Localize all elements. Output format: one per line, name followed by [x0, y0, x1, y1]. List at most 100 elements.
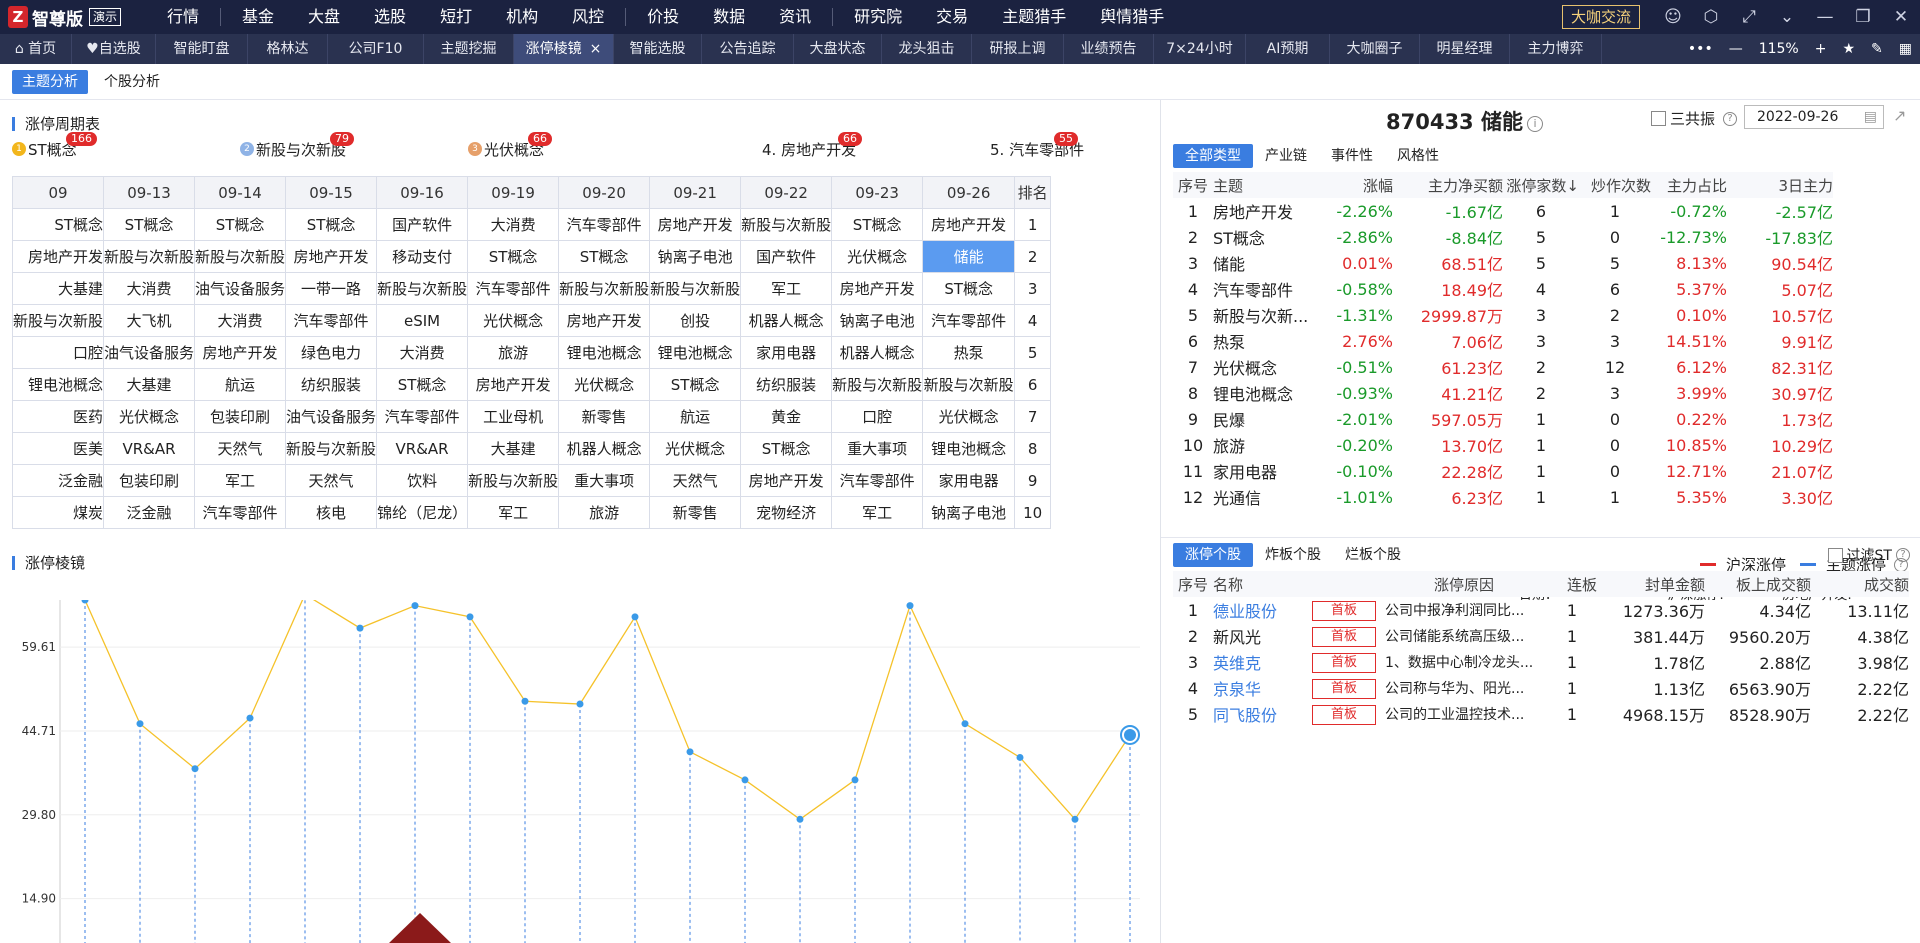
- top-theme-5[interactable]: 5. 汽车零部件 55: [924, 132, 1152, 162]
- tab-6[interactable]: 涨停棱镜 ×: [514, 34, 614, 64]
- stock-name-link[interactable]: 京泉华: [1213, 675, 1307, 701]
- menu-item-5[interactable]: 机构: [489, 0, 555, 34]
- cycle-cell[interactable]: 泛金融: [103, 496, 196, 529]
- cycle-cell[interactable]: 大基建: [11, 272, 105, 305]
- table-row[interactable]: 10 旅游 -0.20% 13.70亿 1 0 10.85% 10.29亿: [1173, 432, 1833, 458]
- theme-header-6[interactable]: 主力占比: [1651, 172, 1727, 198]
- type-tab-1[interactable]: 产业链: [1253, 144, 1319, 168]
- theme-header-3[interactable]: 主力净买额: [1393, 172, 1503, 198]
- cycle-cell[interactable]: 新股与次新股: [467, 464, 560, 497]
- table-row[interactable]: 1 房地产开发 -2.26% -1.67亿 6 1 -0.72% -2.57亿: [1173, 198, 1833, 224]
- cycle-cell[interactable]: 房地产开发: [194, 336, 287, 369]
- cycle-cell[interactable]: 宠物经济: [740, 496, 833, 529]
- tab-9[interactable]: 大盘状态: [794, 34, 882, 64]
- menu-item-9[interactable]: 资讯: [762, 0, 828, 34]
- stock-tab-0[interactable]: 涨停个股: [1173, 543, 1253, 567]
- data-point[interactable]: [631, 613, 639, 621]
- stock-name-link[interactable]: 新风光: [1213, 623, 1307, 649]
- tab-8[interactable]: 公告追踪: [702, 34, 794, 64]
- type-tab-0[interactable]: 全部类型: [1173, 144, 1253, 168]
- cycle-cell[interactable]: 房地产开发: [922, 208, 1016, 241]
- cycle-cell[interactable]: 新股与次新股: [740, 208, 833, 241]
- cycle-cell[interactable]: eSIM: [376, 304, 469, 337]
- restore-icon[interactable]: ❐: [1844, 7, 1882, 27]
- cycle-cell[interactable]: 大基建: [467, 432, 560, 465]
- app-logo[interactable]: Z 智尊版 演示: [0, 0, 150, 34]
- tab-4[interactable]: 公司F10: [328, 34, 424, 64]
- stock-header-5[interactable]: 封单金额: [1597, 571, 1705, 597]
- type-tab-2[interactable]: 事件性: [1319, 144, 1385, 168]
- cycle-cell[interactable]: 饮料: [376, 464, 469, 497]
- triple-resonance[interactable]: 三共振?: [1651, 108, 1738, 129]
- cycle-cell[interactable]: ST概念: [831, 208, 924, 241]
- cycle-cell[interactable]: VR&AR: [103, 432, 196, 465]
- tab-15[interactable]: 大咖圈子: [1330, 34, 1420, 64]
- cycle-cell[interactable]: 纺织服装: [740, 368, 833, 401]
- menu-item-7[interactable]: 价投: [630, 0, 696, 34]
- cycle-cell[interactable]: 光伏概念: [467, 304, 560, 337]
- cycle-cell[interactable]: 天然气: [649, 464, 742, 497]
- cycle-cell[interactable]: ST概念: [103, 208, 196, 241]
- cycle-cell[interactable]: 泛金融: [11, 464, 105, 497]
- theme-header-0[interactable]: 序号: [1173, 172, 1213, 198]
- data-point[interactable]: [136, 720, 144, 728]
- close-icon[interactable]: ✕: [1882, 7, 1920, 27]
- cycle-cell[interactable]: 纺织服装: [285, 368, 378, 401]
- cycle-cell[interactable]: 锂电池概念: [649, 336, 742, 369]
- tab-12[interactable]: 业绩预告: [1064, 34, 1154, 64]
- tab-7[interactable]: 智能选股: [614, 34, 702, 64]
- tab-5[interactable]: 主题挖掘: [424, 34, 514, 64]
- daka-button[interactable]: 大咖交流: [1561, 5, 1640, 29]
- data-point[interactable]: [191, 765, 199, 773]
- cycle-cell[interactable]: 机器人概念: [558, 432, 651, 465]
- cycle-cell[interactable]: 新零售: [558, 400, 651, 433]
- data-point[interactable]: [851, 776, 859, 784]
- tab-10[interactable]: 龙头狙击: [882, 34, 972, 64]
- data-point[interactable]: [961, 720, 969, 728]
- cycle-cell[interactable]: ST概念: [194, 208, 287, 241]
- tab-11[interactable]: 研报上调: [972, 34, 1064, 64]
- cycle-cell[interactable]: ST概念: [376, 368, 469, 401]
- chevron-down-icon[interactable]: ⌄: [1768, 7, 1806, 27]
- cycle-cell[interactable]: 光伏概念: [922, 400, 1016, 433]
- menu-item-2[interactable]: 大盘: [291, 0, 357, 34]
- cycle-cell[interactable]: 机器人概念: [831, 336, 924, 369]
- data-point[interactable]: [521, 697, 529, 705]
- cycle-cell[interactable]: 汽车零部件: [467, 272, 560, 305]
- user-icon[interactable]: ☺: [1654, 7, 1692, 27]
- cycle-cell[interactable]: 汽车零部件: [558, 208, 651, 241]
- cycle-cell[interactable]: 煤炭: [11, 496, 105, 529]
- cycle-cell[interactable]: 移动支付: [376, 240, 469, 273]
- cycle-cell[interactable]: 油气设备服务: [194, 272, 287, 305]
- cycle-cell[interactable]: ST概念: [467, 240, 560, 273]
- data-point[interactable]: [1124, 728, 1136, 741]
- cycle-cell[interactable]: 房地产开发: [649, 208, 742, 241]
- cycle-cell[interactable]: 新股与次新股: [558, 272, 651, 305]
- menu-item-1[interactable]: 基金: [225, 0, 291, 34]
- grid-icon[interactable]: ▦: [1891, 41, 1920, 57]
- close-tab-icon[interactable]: ×: [590, 41, 602, 57]
- cycle-cell[interactable]: 新股与次新股: [831, 368, 924, 401]
- theme-header-2[interactable]: 涨幅: [1323, 172, 1393, 198]
- data-point[interactable]: [796, 815, 804, 823]
- cycle-cell[interactable]: 钠离子电池: [831, 304, 924, 337]
- cycle-cell[interactable]: 军工: [831, 496, 924, 529]
- cycle-cell[interactable]: 油气设备服务: [103, 336, 196, 369]
- stock-tab-2[interactable]: 烂板个股: [1333, 543, 1413, 567]
- pen-icon[interactable]: ✎: [1863, 41, 1891, 57]
- top-theme-2[interactable]: 2 新股与次新股 79: [240, 132, 468, 162]
- cycle-cell[interactable]: 新股与次新股: [376, 272, 469, 305]
- filter-st[interactable]: 过滤ST?: [1827, 545, 1910, 565]
- cycle-cell[interactable]: 天然气: [194, 432, 287, 465]
- tab-theme-analysis[interactable]: 主题分析: [12, 69, 88, 94]
- tab-1[interactable]: ♥自选股: [72, 34, 156, 64]
- cycle-cell[interactable]: 包装印刷: [194, 400, 287, 433]
- tab-14[interactable]: AI预期: [1246, 34, 1330, 64]
- cycle-cell[interactable]: 医药: [11, 400, 105, 433]
- cycle-cell[interactable]: 航运: [649, 400, 742, 433]
- stock-header-1[interactable]: 名称: [1213, 571, 1307, 597]
- zoom-out-icon[interactable]: —: [1721, 41, 1751, 57]
- help-icon[interactable]: ?: [1896, 548, 1910, 562]
- zoom-in-icon[interactable]: +: [1807, 41, 1835, 57]
- top-theme-3[interactable]: 3 光伏概念 66: [468, 132, 696, 162]
